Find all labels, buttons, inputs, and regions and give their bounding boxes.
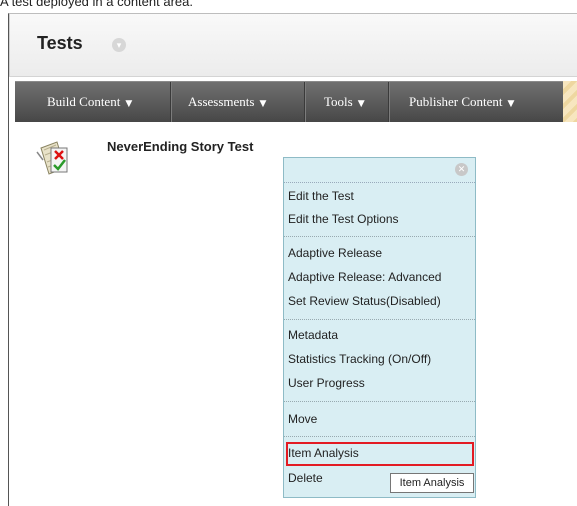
test-document-icon [35,138,75,178]
menu-item-delete[interactable]: Delete [288,469,323,487]
nav-tools[interactable]: Tools ▼ [324,82,365,122]
page-title: Tests [37,33,83,53]
item-analysis-highlight [286,442,474,466]
menu-divider [284,236,475,237]
nav-item-label: Build Content [47,94,121,109]
nav-item-label: Assessments [188,94,255,109]
nav-publisher-content[interactable]: Publisher Content ▼ [409,82,514,122]
menu-header: ✕ [284,158,475,183]
menu-item-adaptive-release-advanced[interactable]: Adaptive Release: Advanced [288,268,441,286]
menu-item-set-review-status[interactable]: Set Review Status(Disabled) [288,292,441,310]
menu-divider [284,319,475,320]
chevron-down-icon: ▼ [125,99,133,109]
nav-build-content[interactable]: Build Content ▼ [47,82,132,122]
nav-divider [304,82,306,122]
chevron-down-icon: ▼ [507,99,515,109]
menu-item-user-progress[interactable]: User Progress [288,374,365,392]
navbar-end-stripe [563,81,577,122]
menu-item-adaptive-release[interactable]: Adaptive Release [288,244,382,262]
close-icon[interactable]: ✕ [455,163,468,176]
action-bar: Build Content ▼ Assessments ▼ Tools ▼ Publi… [15,81,563,122]
menu-item-edit-test-options[interactable]: Edit the Test Options [288,210,399,228]
page-header [9,14,577,77]
menu-divider [284,401,475,402]
menu-divider [284,436,475,437]
menu-item-statistics-tracking[interactable]: Statistics Tracking (On/Off) [288,350,431,368]
chevron-down-icon: ▼ [259,99,267,109]
nav-item-label: Tools [324,94,353,109]
nav-item-label: Publisher Content [409,94,503,109]
chevron-down-icon: ▼ [357,99,365,109]
tooltip: Item Analysis [390,473,474,493]
nav-divider [170,82,172,122]
chevron-down-icon[interactable]: ▾ [112,38,126,52]
nav-divider [388,82,390,122]
nav-assessments[interactable]: Assessments ▼ [188,82,266,122]
menu-item-metadata[interactable]: Metadata [288,326,338,344]
menu-item-edit-test[interactable]: Edit the Test [288,187,354,205]
menu-item-move[interactable]: Move [288,410,317,428]
caption: A test deployed in a content area. [0,0,193,9]
content-item-title[interactable]: NeverEnding Story Test [107,139,253,154]
